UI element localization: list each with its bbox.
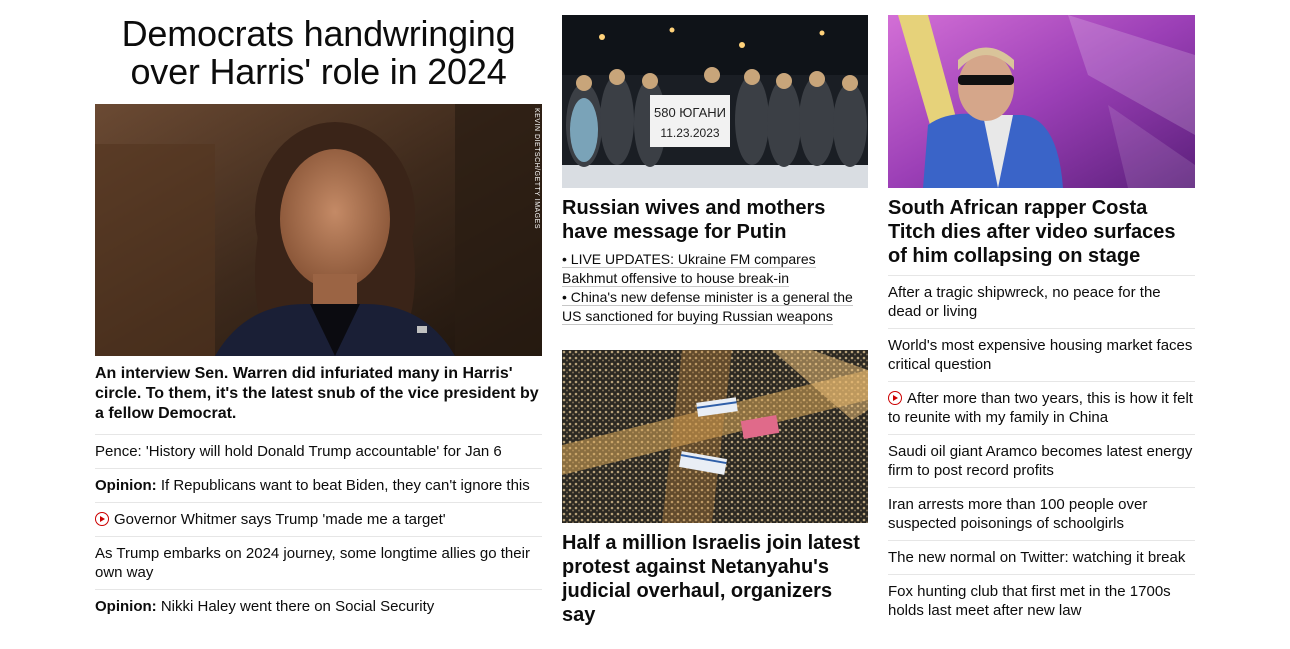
russian-wives-headline[interactable]: Russian wives and mothers have message f… xyxy=(562,196,868,244)
lead-headline[interactable]: Democrats handwringing over Harris' role… xyxy=(95,15,542,91)
opinion-label: Opinion: xyxy=(95,477,157,494)
list-item-text: After a tragic shipwreck, no peace for t… xyxy=(888,284,1161,320)
lead-related-list: Pence: 'History will hold Donald Trump a… xyxy=(95,434,542,623)
list-item-text: If Republicans want to beat Biden, they … xyxy=(156,477,530,494)
list-item[interactable]: Governor Whitmer says Trump 'made me a t… xyxy=(95,502,542,536)
sign-text-2: 11.23.2023 xyxy=(660,126,719,140)
list-item[interactable]: The new normal on Twitter: watching it b… xyxy=(888,540,1195,574)
opinion-label: Opinion: xyxy=(95,598,157,615)
video-play-icon xyxy=(888,391,902,405)
image-credit: KEVIN DIETSCH/GETTY IMAGES xyxy=(533,108,540,230)
list-item[interactable]: Pence: 'History will hold Donald Trump a… xyxy=(95,434,542,468)
list-item-text: Fox hunting club that first met in the 1… xyxy=(888,583,1171,619)
list-item-text: Iran arrests more than 100 people over s… xyxy=(888,496,1148,532)
list-item[interactable]: Opinion: Nikki Haley went there on Socia… xyxy=(95,589,542,623)
bullet-link[interactable]: • LIVE UPDATES: Ukraine FM compares Bakh… xyxy=(562,250,868,288)
list-item[interactable]: Fox hunting club that first met in the 1… xyxy=(888,574,1195,627)
list-item-text: Nikki Haley went there on Social Securit… xyxy=(156,598,435,615)
list-item-text: Saudi oil giant Aramco becomes latest en… xyxy=(888,443,1193,479)
bullet-link[interactable]: • China's new defense minister is a gene… xyxy=(562,288,868,326)
russian-wives-image[interactable]: 580 ЮГАНИ 11.23.2023 xyxy=(562,15,868,188)
list-item[interactable]: After more than two years, this is how i… xyxy=(888,381,1195,434)
israel-protest-image[interactable] xyxy=(562,350,868,523)
list-item[interactable]: As Trump embarks on 2024 journey, some l… xyxy=(95,536,542,589)
rapper-photo xyxy=(888,15,1195,188)
list-item-text: Governor Whitmer says Trump 'made me a t… xyxy=(114,511,446,528)
sign-text-1: 580 ЮГАНИ xyxy=(654,105,726,120)
list-item[interactable]: Opinion: If Republicans want to beat Bid… xyxy=(95,468,542,502)
lead-photo xyxy=(95,104,542,356)
lead-image[interactable]: KEVIN DIETSCH/GETTY IMAGES xyxy=(95,104,542,356)
lead-description[interactable]: An interview Sen. Warren did infuriated … xyxy=(95,364,542,424)
israel-protest-headline[interactable]: Half a million Israelis join latest prot… xyxy=(562,531,868,627)
list-item-text: Pence: 'History will hold Donald Trump a… xyxy=(95,443,502,460)
costa-titch-headline[interactable]: South African rapper Costa Titch dies af… xyxy=(888,196,1195,268)
lead-story: Democrats handwringing over Harris' role… xyxy=(95,0,542,623)
list-item-text: The new normal on Twitter: watching it b… xyxy=(888,549,1186,566)
related-bullets: • LIVE UPDATES: Ukraine FM compares Bakh… xyxy=(562,250,868,326)
list-item-text: After more than two years, this is how i… xyxy=(888,390,1193,426)
list-item[interactable]: World's most expensive housing market fa… xyxy=(888,328,1195,381)
right-column: South African rapper Costa Titch dies af… xyxy=(888,0,1195,627)
protest-photo: 580 ЮГАНИ 11.23.2023 xyxy=(562,15,868,188)
costa-titch-image[interactable] xyxy=(888,15,1195,188)
video-play-icon xyxy=(95,512,109,526)
list-item-text: World's most expensive housing market fa… xyxy=(888,337,1193,373)
aerial-crowd-photo xyxy=(562,350,868,523)
right-headline-list: After a tragic shipwreck, no peace for t… xyxy=(888,275,1195,627)
list-item[interactable]: After a tragic shipwreck, no peace for t… xyxy=(888,275,1195,328)
list-item-text: As Trump embarks on 2024 journey, some l… xyxy=(95,545,530,581)
middle-column: 580 ЮГАНИ 11.23.2023 Russian wives and m… xyxy=(562,0,868,627)
list-item[interactable]: Saudi oil giant Aramco becomes latest en… xyxy=(888,434,1195,487)
list-item[interactable]: Iran arrests more than 100 people over s… xyxy=(888,487,1195,540)
